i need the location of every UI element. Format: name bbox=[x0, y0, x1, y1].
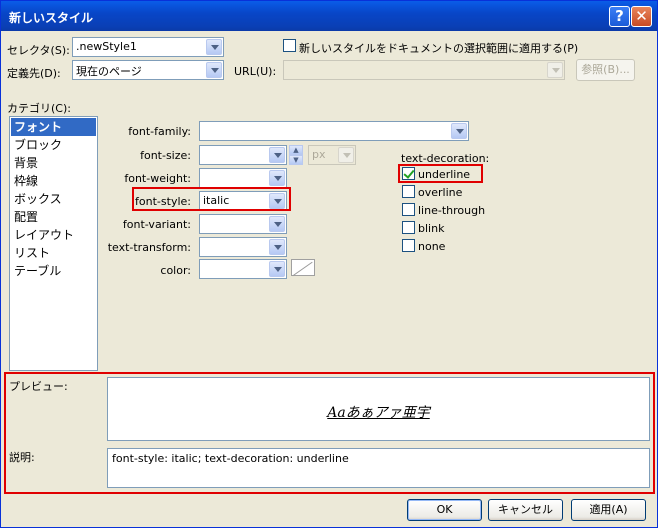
preview-box: Aaあぁアァ亜宇 bbox=[107, 377, 650, 441]
category-item-border[interactable]: 枠線 bbox=[11, 172, 96, 190]
font-size-unit-combo[interactable]: px bbox=[308, 145, 356, 165]
line-through-checkbox[interactable] bbox=[402, 203, 415, 216]
category-item-box[interactable]: ボックス bbox=[11, 190, 96, 208]
chevron-down-icon[interactable] bbox=[338, 147, 354, 163]
font-size-combo[interactable] bbox=[199, 145, 287, 165]
font-variant-label: font-variant: bbox=[122, 218, 191, 231]
category-item-position[interactable]: 配置 bbox=[11, 208, 96, 226]
title-bar: 新しいスタイル ? ✕ bbox=[1, 1, 657, 31]
font-size-label: font-size: bbox=[140, 149, 191, 162]
preview-label: プレビュー: bbox=[9, 380, 68, 393]
description-label: 説明: bbox=[9, 451, 35, 464]
spin-down-icon[interactable]: ▼ bbox=[289, 155, 303, 165]
none-label: none bbox=[418, 240, 446, 253]
none-checkbox[interactable] bbox=[402, 239, 415, 252]
ok-button[interactable]: OK bbox=[407, 499, 482, 521]
selector-label: セレクタ(S): bbox=[7, 44, 70, 57]
text-transform-label: text-transform: bbox=[107, 241, 191, 254]
font-family-label: font-family: bbox=[128, 125, 191, 138]
selector-combo[interactable]: .newStyle1 bbox=[72, 37, 224, 57]
category-item-list[interactable]: リスト bbox=[11, 244, 96, 262]
color-combo[interactable] bbox=[199, 259, 287, 279]
spin-up-icon[interactable]: ▲ bbox=[289, 145, 303, 155]
help-button[interactable]: ? bbox=[609, 6, 630, 27]
blink-label: blink bbox=[418, 222, 445, 235]
selector-value: .newStyle1 bbox=[76, 40, 137, 53]
new-style-dialog: 新しいスタイル ? ✕ セレクタ(S): .newStyle1 新しいスタイルを… bbox=[0, 0, 658, 528]
blink-checkbox[interactable] bbox=[402, 221, 415, 234]
description-box: font-style: italic; text-decoration: und… bbox=[107, 448, 650, 488]
chevron-down-icon[interactable] bbox=[269, 147, 285, 163]
font-weight-combo[interactable] bbox=[199, 168, 287, 188]
font-size-spinner[interactable]: ▲ ▼ bbox=[289, 145, 303, 165]
url-combo[interactable] bbox=[283, 60, 565, 80]
chevron-down-icon[interactable] bbox=[206, 39, 222, 55]
chevron-down-icon[interactable] bbox=[269, 239, 285, 255]
category-item-font[interactable]: フォント bbox=[11, 118, 96, 136]
chevron-down-icon[interactable] bbox=[206, 62, 222, 78]
category-item-block[interactable]: ブロック bbox=[11, 136, 96, 154]
chevron-down-icon[interactable] bbox=[547, 62, 563, 78]
overline-checkbox[interactable] bbox=[402, 185, 415, 198]
color-label: color: bbox=[160, 264, 191, 277]
font-family-combo[interactable] bbox=[199, 121, 469, 141]
apply-to-document-checkbox[interactable] bbox=[283, 39, 296, 52]
color-picker-button[interactable] bbox=[291, 259, 315, 276]
chevron-down-icon[interactable] bbox=[269, 216, 285, 232]
category-label: カテゴリ(C): bbox=[7, 102, 71, 115]
font-variant-combo[interactable] bbox=[199, 214, 287, 234]
close-button[interactable]: ✕ bbox=[631, 6, 652, 27]
font-weight-label: font-weight: bbox=[124, 172, 191, 185]
apply-button[interactable]: 適用(A) bbox=[571, 499, 646, 521]
category-item-layout[interactable]: レイアウト bbox=[11, 226, 96, 244]
define-in-combo[interactable]: 現在のページ bbox=[72, 60, 224, 80]
line-through-label: line-through bbox=[418, 204, 486, 217]
category-list[interactable]: フォント ブロック 背景 枠線 ボックス 配置 レイアウト リスト テーブル bbox=[9, 116, 98, 371]
chevron-down-icon[interactable] bbox=[269, 261, 285, 277]
preview-sample-text: Aaあぁアァ亜宇 bbox=[327, 405, 430, 421]
apply-to-document-label: 新しいスタイルをドキュメントの選択範囲に適用する(P) bbox=[299, 42, 579, 55]
chevron-down-icon[interactable] bbox=[269, 170, 285, 186]
text-transform-combo[interactable] bbox=[199, 237, 287, 257]
font-style-highlight bbox=[132, 187, 291, 211]
window-title: 新しいスタイル bbox=[9, 11, 94, 25]
category-item-table[interactable]: テーブル bbox=[11, 262, 96, 280]
browse-button[interactable]: 参照(B)... bbox=[576, 59, 635, 81]
font-size-unit-value: px bbox=[312, 148, 326, 161]
overline-label: overline bbox=[418, 186, 463, 199]
define-in-label: 定義先(D): bbox=[7, 67, 61, 80]
cancel-button[interactable]: キャンセル bbox=[488, 499, 563, 521]
define-in-value: 現在のページ bbox=[76, 65, 142, 78]
chevron-down-icon[interactable] bbox=[451, 123, 467, 139]
url-label: URL(U): bbox=[234, 65, 277, 78]
category-item-background[interactable]: 背景 bbox=[11, 154, 96, 172]
underline-highlight bbox=[398, 164, 483, 183]
